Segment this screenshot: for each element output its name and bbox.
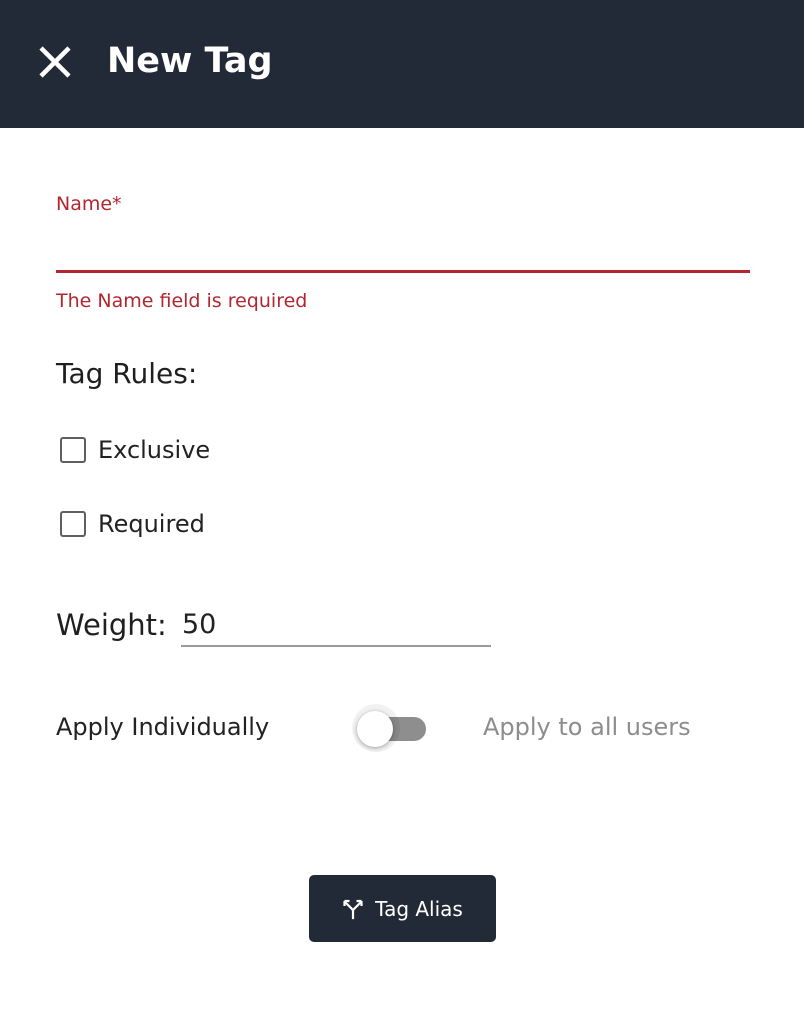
exclusive-checkbox-row[interactable]: Exclusive: [58, 433, 210, 467]
name-field-label: Name*: [56, 193, 122, 215]
app-header: New Tag: [0, 0, 804, 128]
page-title: New Tag: [107, 41, 273, 81]
weight-label: Weight:: [56, 608, 167, 642]
weight-input[interactable]: [181, 603, 491, 647]
toggle-knob[interactable]: [357, 711, 393, 747]
fork-icon: [342, 898, 364, 920]
required-checkbox-row[interactable]: Required: [58, 507, 205, 541]
apply-scope-toggle[interactable]: [350, 702, 434, 752]
name-error-message: The Name field is required: [56, 290, 308, 312]
apply-to-all-users-label: Apply to all users: [483, 713, 691, 741]
required-label: Required: [98, 510, 205, 538]
apply-individually-label: Apply Individually: [56, 713, 270, 741]
tag-alias-button[interactable]: Tag Alias: [309, 875, 496, 942]
exclusive-label: Exclusive: [98, 436, 211, 464]
close-icon: [39, 46, 71, 78]
close-button[interactable]: [34, 41, 76, 83]
name-input[interactable]: [56, 226, 750, 273]
required-checkbox[interactable]: [60, 511, 86, 537]
exclusive-checkbox[interactable]: [60, 437, 86, 463]
tag-rules-heading: Tag Rules:: [56, 357, 198, 390]
tag-alias-label: Tag Alias: [375, 896, 463, 921]
